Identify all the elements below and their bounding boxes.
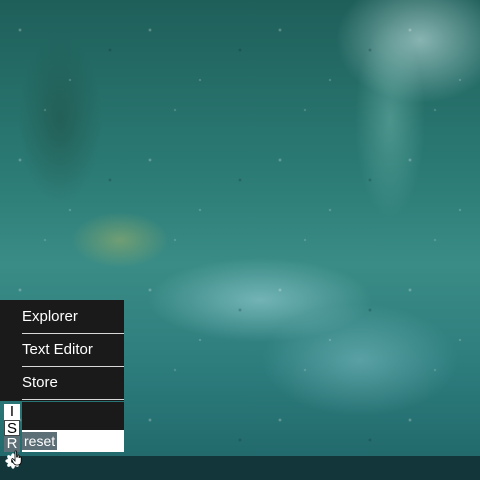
menu-item-text-editor[interactable]: Text Editor — [22, 333, 124, 367]
hand-pointer-icon — [11, 450, 22, 466]
menu-item-store[interactable]: Store — [22, 366, 124, 400]
run-output-area — [22, 402, 124, 430]
taskbar — [0, 456, 480, 480]
start-menu: Explorer Text Editor Store — [0, 300, 124, 401]
menu-item-label: Text Editor — [22, 341, 93, 358]
desktop[interactable]: Explorer Text Editor Store I S R reset — [0, 0, 480, 480]
menu-item-label: Store — [22, 374, 58, 391]
run-input[interactable] — [22, 430, 124, 452]
letter-i[interactable]: I — [4, 404, 20, 420]
menu-item-explorer[interactable]: Explorer — [22, 300, 124, 334]
letter-column: I S R — [4, 404, 20, 452]
letter-s[interactable]: S — [4, 420, 20, 437]
start-button[interactable] — [3, 450, 27, 476]
menu-item-label: Explorer — [22, 308, 78, 325]
run-panel: I S R reset — [0, 402, 124, 454]
